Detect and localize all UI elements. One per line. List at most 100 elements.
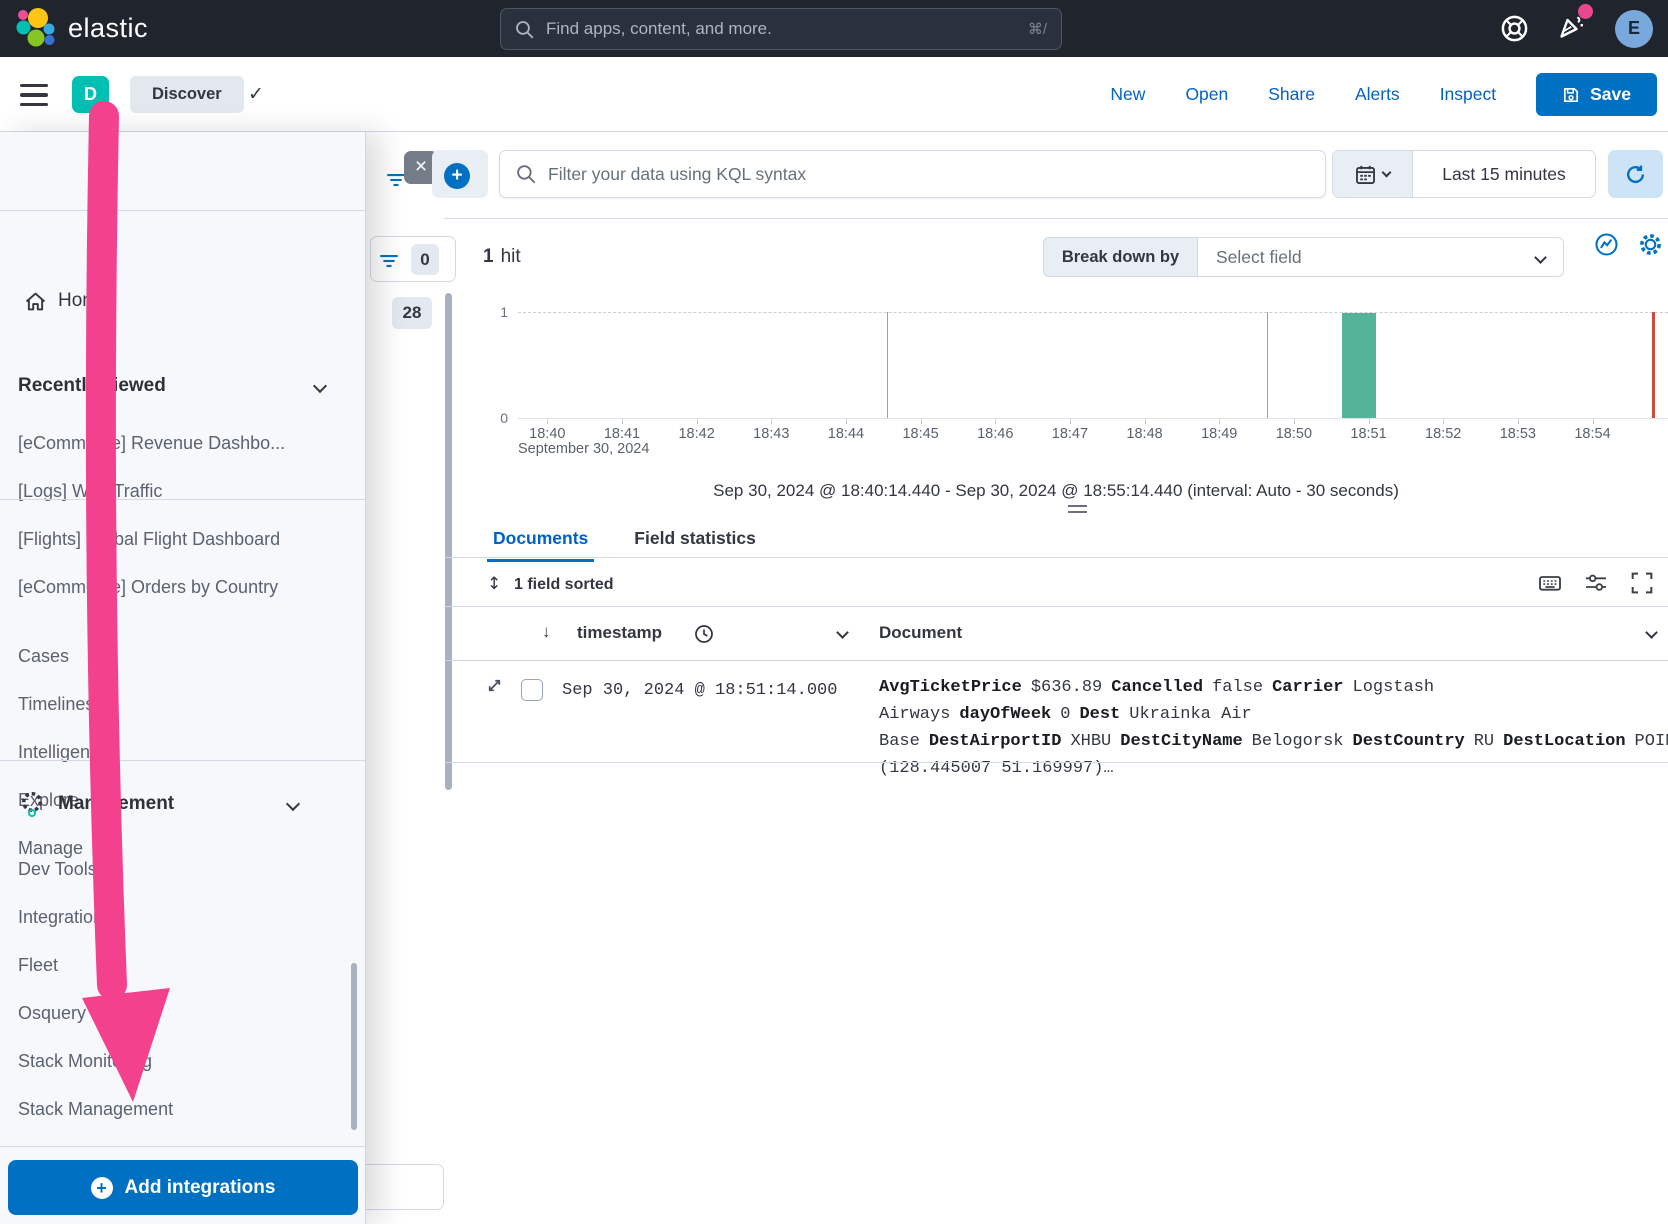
add-filter-icon[interactable]: + <box>444 163 470 189</box>
chevron-down-icon[interactable] <box>836 626 849 639</box>
chevron-down-icon[interactable] <box>1645 626 1658 639</box>
recent-item-ecommerce-orders-by-country[interactable]: [eCommerce] Orders by Country <box>18 576 285 598</box>
save-button[interactable]: Save <box>1536 73 1657 116</box>
check-icon[interactable]: ✓ <box>248 83 264 105</box>
global-header: elastic Find apps, content, and more. ⌘/ <box>0 0 1668 57</box>
doc-field-ru: RU <box>1474 732 1494 751</box>
menu-icon[interactable] <box>20 84 48 106</box>
sidebar-item-manage[interactable]: Manage <box>18 837 109 859</box>
chevron-down-icon[interactable] <box>313 379 327 393</box>
sidebar-item-stack-management[interactable]: Stack Management <box>18 1098 173 1120</box>
divider <box>0 210 365 211</box>
row-document-summary[interactable]: AvgTicketPrice$636.89CancelledfalseCarri… <box>879 674 1621 782</box>
available-fields-count-badge: 28 <box>392 297 432 329</box>
avatar-initial: E <box>1628 18 1640 39</box>
x-axis-ticks: 18:4018:4118:4218:4318:4418:4518:4618:47… <box>510 425 1630 443</box>
sidebar-item-osquery[interactable]: Osquery <box>18 1002 173 1024</box>
flyout-scrollbar[interactable] <box>351 963 357 1130</box>
inspect-button[interactable]: Inspect <box>1440 84 1496 105</box>
divider <box>0 499 365 500</box>
sidebar-item-cases[interactable]: Cases <box>18 645 109 667</box>
time-range-picker[interactable]: Last 15 minutes <box>1332 150 1596 198</box>
chevron-down-icon <box>1534 251 1547 264</box>
doc-field-cancelled: Cancelled <box>1111 678 1203 697</box>
column-header-timestamp[interactable]: timestamp <box>577 623 662 643</box>
app-initial: D <box>84 84 97 105</box>
fullscreen-icon[interactable] <box>1630 571 1654 595</box>
alerts-button[interactable]: Alerts <box>1355 84 1400 105</box>
kql-query-input[interactable]: Filter your data using KQL syntax <box>499 150 1326 198</box>
management-gear-icon <box>20 801 44 818</box>
refresh-button[interactable] <box>1608 150 1663 198</box>
avatar[interactable]: E <box>1615 10 1653 48</box>
sidebar-item-home[interactable]: Home <box>58 290 109 312</box>
x-tick-18-47: 18:47 <box>1033 426 1108 442</box>
divider <box>444 762 1668 763</box>
refresh-icon <box>1625 164 1646 185</box>
kql-placeholder: Filter your data using KQL syntax <box>548 164 806 185</box>
expand-row-icon[interactable] <box>485 676 504 695</box>
divider <box>444 218 1668 219</box>
sidebar-item-timelines[interactable]: Timelines <box>18 693 109 715</box>
sidebar-item-dev-tools[interactable]: Dev Tools <box>18 858 173 880</box>
hits-count: 1hit <box>483 246 521 268</box>
hits-label: hit <box>501 246 521 267</box>
row-timestamp: Sep 30, 2024 @ 18:51:14.000 <box>562 681 837 700</box>
breadcrumb-label: Discover <box>152 85 222 104</box>
doc-field-636-89: $636.89 <box>1031 678 1102 697</box>
column-header-document[interactable]: Document <box>879 623 962 643</box>
keyboard-icon[interactable] <box>1538 571 1562 595</box>
current-time-marker <box>1652 312 1655 418</box>
management-header[interactable]: Management <box>58 793 174 815</box>
divider <box>0 1146 365 1147</box>
share-button[interactable]: Share <box>1268 84 1315 105</box>
field-filter-icon[interactable] <box>386 170 406 190</box>
display-options-icon[interactable] <box>1584 571 1608 595</box>
sort-fields-icon[interactable]: ↕ <box>487 574 501 594</box>
sidebar-item-stack-monitoring[interactable]: Stack Monitoring <box>18 1050 173 1072</box>
chevron-down-icon <box>1382 168 1392 178</box>
x-tick-18-49: 18:49 <box>1182 426 1257 442</box>
chevron-down-icon[interactable] <box>286 797 300 811</box>
row-checkbox[interactable] <box>521 679 543 701</box>
histogram-bar[interactable] <box>1342 313 1376 419</box>
gear-center-dot <box>28 809 36 817</box>
doc-field-false: false <box>1212 678 1263 697</box>
recently-viewed-header[interactable]: Recently viewed <box>18 375 166 397</box>
time-range-value[interactable]: Last 15 minutes <box>1413 151 1595 197</box>
global-search-input[interactable]: Find apps, content, and more. ⌘/ <box>500 8 1062 50</box>
plus-icon: + <box>91 1177 113 1199</box>
recent-item-flights-global-flight-dashboard[interactable]: [Flights] Global Flight Dashboard <box>18 528 285 550</box>
sidebar-item-fleet[interactable]: Fleet <box>18 954 173 976</box>
doc-field-carrier: Carrier <box>1272 678 1343 697</box>
recent-item-ecommerce-revenue-dashbo[interactable]: [eCommerce] Revenue Dashbo... <box>18 432 285 454</box>
calendar-button[interactable] <box>1333 151 1413 197</box>
sorted-fields-note[interactable]: 1 field sorted <box>514 576 614 594</box>
notification-dot <box>1578 4 1593 19</box>
add-integrations-button[interactable]: + Add integrations <box>8 1160 358 1215</box>
x-axis-line <box>518 418 1668 419</box>
gear-icon[interactable] <box>1638 232 1663 257</box>
field-list-scrollbar[interactable] <box>445 293 452 790</box>
breakdown-select[interactable]: Select field <box>1197 237 1564 277</box>
news-feed-button[interactable] <box>1557 11 1587 46</box>
home-icon <box>24 290 47 313</box>
help-icon[interactable] <box>1500 14 1529 43</box>
sort-desc-icon[interactable]: ↓ <box>542 622 551 642</box>
field-type-filter[interactable]: 0 <box>370 236 456 282</box>
y-axis-tick-min: 0 <box>490 410 508 426</box>
resize-handle-icon[interactable] <box>1068 505 1087 513</box>
new-button[interactable]: New <box>1110 84 1145 105</box>
breadcrumb[interactable]: Discover <box>130 76 244 113</box>
doc-field-destcountry: DestCountry <box>1353 732 1465 751</box>
x-tick-18-48: 18:48 <box>1107 426 1182 442</box>
sidebar-item-integrations[interactable]: Integrations <box>18 906 173 928</box>
brand[interactable]: elastic <box>14 8 148 50</box>
app-icon-discover[interactable]: D <box>72 76 109 113</box>
chart-insights-icon[interactable] <box>1594 232 1619 257</box>
management-nav-list: Dev Tools Integrations Fleet Osquery Stack M… <box>18 858 173 1146</box>
doc-field-destcityname: DestCityName <box>1120 732 1242 751</box>
open-button[interactable]: Open <box>1185 84 1228 105</box>
nav-flyout: Home Recently viewed [eCommerce] Revenue… <box>0 132 366 1224</box>
field-search-input[interactable] <box>356 1164 444 1210</box>
